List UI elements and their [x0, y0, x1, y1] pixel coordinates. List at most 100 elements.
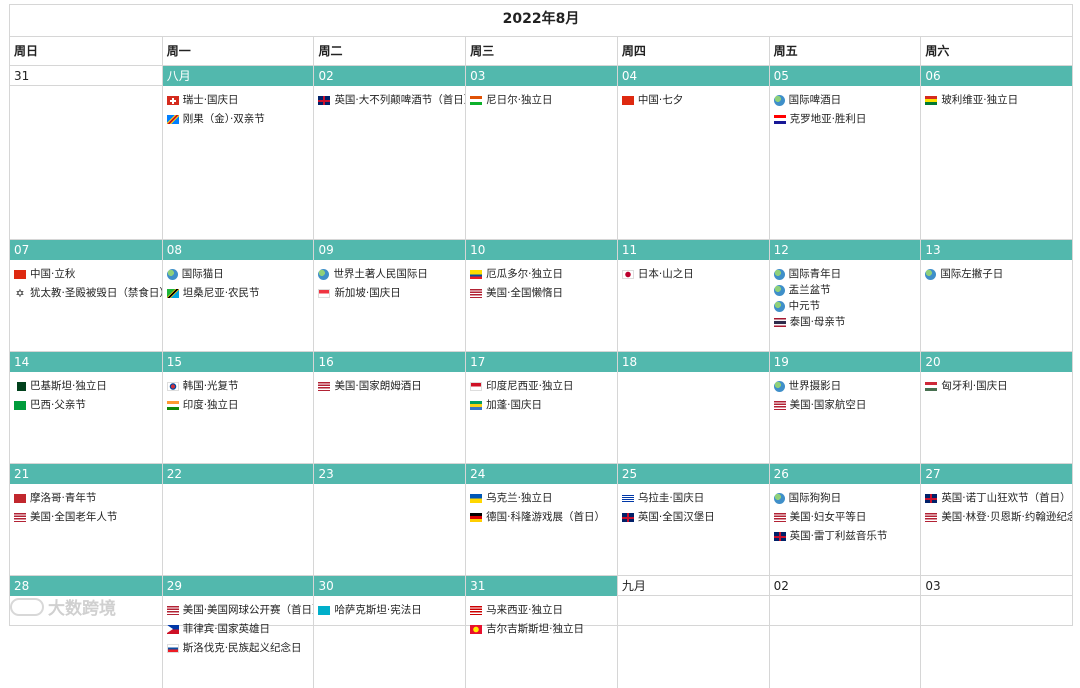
event-item[interactable]: 美国·妇女平等日 — [773, 511, 921, 524]
day-cell[interactable]: 28 — [10, 576, 162, 688]
event-item[interactable]: ✡ 犹太教·圣殿被毁日（禁食日） — [14, 287, 161, 300]
day-cell[interactable]: 23 — [313, 464, 466, 575]
day-cell[interactable]: 24 乌克兰·独立日 德国·科隆游戏展（首日） — [465, 464, 617, 575]
day-cell[interactable]: 31 — [10, 66, 162, 239]
day-cell[interactable]: 八月 瑞士·国庆日 刚果（金）·双亲节 — [161, 66, 314, 239]
event-item[interactable]: 克罗地亚·胜利日 — [773, 113, 921, 126]
day-cell[interactable]: 18 — [616, 352, 769, 463]
day-cell[interactable]: 05 国际啤酒日 克罗地亚·胜利日 — [768, 66, 921, 239]
uk-flag-icon — [621, 513, 634, 522]
event-text: 英国·全国汉堡日 — [637, 511, 715, 523]
event-item[interactable]: 盂兰盆节 — [773, 284, 921, 297]
event-item[interactable]: 德国·科隆游戏展（首日） — [470, 511, 617, 524]
day-cell[interactable]: 九月 — [616, 576, 769, 688]
event-item[interactable]: 国际青年日 — [773, 268, 921, 281]
event-item[interactable]: 乌克兰·独立日 — [470, 492, 617, 505]
event-item[interactable]: 英国·全国汉堡日 — [621, 511, 769, 524]
event-item[interactable]: 加蓬·国庆日 — [470, 399, 617, 412]
event-item[interactable]: 世界土著人民国际日 — [318, 268, 465, 281]
day-cell[interactable]: 27 英国·诺丁山狂欢节（首日） 美国·林登·贝恩斯·约翰逊纪念日 — [920, 464, 1073, 575]
event-text: 克罗地亚·胜利日 — [789, 113, 867, 125]
event-item[interactable]: 巴西·父亲节 — [14, 399, 162, 412]
day-cell[interactable]: 03 尼日尔·独立日 — [465, 66, 617, 239]
malaysia-flag-icon — [470, 606, 483, 615]
event-item[interactable]: 世界摄影日 — [773, 380, 921, 393]
day-cell[interactable]: 07 中国·立秋 ✡ 犹太教·圣殿被毁日（禁食日） — [10, 240, 162, 351]
event-item[interactable]: 玻利维亚·独立日 — [925, 94, 1072, 107]
day-cell[interactable]: 09 世界土著人民国际日 新加坡·国庆日 — [313, 240, 466, 351]
event-item[interactable]: 摩洛哥·青年节 — [14, 492, 162, 505]
event-item[interactable]: 坦桑尼亚·农民节 — [166, 287, 314, 300]
weekday-header: 周日 周一 周二 周三 周四 周五 周六 — [10, 37, 1072, 66]
day-cell[interactable]: 17 印度尼西亚·独立日 加蓬·国庆日 — [465, 352, 617, 463]
event-item[interactable]: 中元节 — [773, 300, 921, 313]
event-text: 日本·山之日 — [637, 268, 694, 280]
event-item[interactable]: 国际狗狗日 — [773, 492, 921, 505]
event-item[interactable]: 瑞士·国庆日 — [166, 94, 314, 107]
day-cell[interactable]: 10 厄瓜多尔·独立日美国·全国懒惰日 — [465, 240, 617, 351]
event-item[interactable]: 美国·美国网球公开赛（首日） — [166, 604, 313, 617]
event-item[interactable]: 印度尼西亚·独立日 — [470, 380, 617, 393]
day-cell[interactable]: 02 — [768, 576, 921, 688]
day-number: 13 — [921, 240, 1073, 260]
event-item[interactable]: 国际猫日 — [166, 268, 314, 281]
event-item[interactable]: 吉尔吉斯斯坦·独立日 — [470, 623, 617, 636]
event-item[interactable]: 日本·山之日 — [621, 268, 769, 281]
event-item[interactable]: 印度·独立日 — [166, 399, 314, 412]
event-list — [618, 372, 769, 380]
day-cell[interactable]: 19 世界摄影日 美国·国家航空日 — [768, 352, 921, 463]
event-item[interactable]: 新加坡·国庆日 — [318, 287, 465, 300]
event-item[interactable]: 美国·国家航空日 — [773, 399, 921, 412]
event-item[interactable]: 中国·七夕 — [621, 94, 769, 107]
day-cell[interactable]: 13 国际左撇子日 — [920, 240, 1073, 351]
day-cell[interactable]: 31 马来西亚·独立日 吉尔吉斯斯坦·独立日 — [465, 576, 617, 688]
event-item[interactable]: 中国·立秋 — [14, 268, 162, 281]
day-cell[interactable]: 25 乌拉圭·国庆日 英国·全国汉堡日 — [616, 464, 769, 575]
event-text: 美国·全国懒惰日 — [486, 287, 563, 299]
day-cell[interactable]: 12 国际青年日 盂兰盆节 中元节 泰国·母亲节 — [768, 240, 921, 351]
day-cell[interactable]: 16 美国·国家朗姆酒日 — [313, 352, 466, 463]
event-item[interactable]: 英国·大不列颠啤酒节（首日） — [318, 94, 465, 107]
event-item[interactable]: 美国·国家朗姆酒日 — [318, 380, 465, 393]
event-item[interactable]: 乌拉圭·国庆日 — [621, 492, 769, 505]
event-item[interactable]: 美国·全国老年人节 — [14, 511, 162, 524]
event-item[interactable]: 韩国·光复节 — [166, 380, 314, 393]
event-item[interactable]: 厄瓜多尔·独立日 — [470, 268, 617, 281]
uk-flag-icon — [925, 494, 938, 503]
event-text: 国际青年日 — [788, 268, 842, 280]
event-item[interactable]: 斯洛伐克·民族起义纪念日 — [166, 642, 314, 655]
event-item[interactable]: 国际啤酒日 — [773, 94, 921, 107]
day-cell[interactable]: 04 中国·七夕 — [616, 66, 769, 239]
day-cell[interactable]: 03 — [920, 576, 1073, 688]
event-item[interactable]: 巴基斯坦·独立日 — [14, 380, 162, 393]
event-item[interactable]: 英国·诺丁山狂欢节（首日） — [925, 492, 1072, 505]
event-item[interactable]: 菲律宾·国家英雄日 — [166, 623, 314, 636]
day-cell[interactable]: 30 哈萨克斯坦·宪法日 — [313, 576, 466, 688]
event-item[interactable]: 国际左撇子日 — [925, 268, 1072, 281]
day-cell[interactable]: 26 国际狗狗日 美国·妇女平等日 英国·雷丁利兹音乐节 — [768, 464, 921, 575]
day-cell[interactable]: 02 英国·大不列颠啤酒节（首日） — [313, 66, 466, 239]
event-item[interactable]: 美国·林登·贝恩斯·约翰逊纪念日 — [925, 511, 1072, 524]
day-cell[interactable]: 22 — [161, 464, 314, 575]
event-item[interactable]: 哈萨克斯坦·宪法日 — [318, 604, 465, 617]
day-number: 10 — [466, 240, 617, 260]
event-item[interactable]: 美国·全国懒惰日 — [470, 287, 617, 300]
event-item[interactable]: 尼日尔·独立日 — [470, 94, 617, 107]
event-item[interactable]: 英国·雷丁利兹音乐节 — [773, 530, 921, 543]
event-item[interactable]: 匈牙利·国庆日 — [925, 380, 1072, 393]
event-text: 新加坡·国庆日 — [334, 287, 401, 299]
day-cell[interactable]: 29 美国·美国网球公开赛（首日） 菲律宾·国家英雄日 斯洛伐克·民族起义纪念日 — [161, 576, 314, 688]
calendar-grid: 31 八月 瑞士·国庆日 刚果（金）·双亲节 02 英国·大不列颠啤酒节（首日） 03 尼日尔… — [10, 66, 1073, 688]
day-cell[interactable]: 14 巴基斯坦·独立日 巴西·父亲节 — [10, 352, 162, 463]
day-cell[interactable]: 21 摩洛哥·青年节 美国·全国老年人节 — [10, 464, 162, 575]
event-item[interactable]: 刚果（金）·双亲节 — [166, 113, 314, 126]
day-cell[interactable]: 20 匈牙利·国庆日 — [920, 352, 1073, 463]
day-cell[interactable]: 08 国际猫日 坦桑尼亚·农民节 — [161, 240, 314, 351]
day-cell[interactable]: 11 日本·山之日 — [616, 240, 769, 351]
event-text: 摩洛哥·青年节 — [30, 492, 97, 504]
event-item[interactable]: 马来西亚·独立日 — [470, 604, 617, 617]
event-text: 盂兰盆节 — [788, 284, 831, 296]
event-item[interactable]: 泰国·母亲节 — [773, 316, 921, 329]
day-cell[interactable]: 15 韩国·光复节 印度·独立日 — [161, 352, 314, 463]
day-cell[interactable]: 06 玻利维亚·独立日 — [920, 66, 1073, 239]
